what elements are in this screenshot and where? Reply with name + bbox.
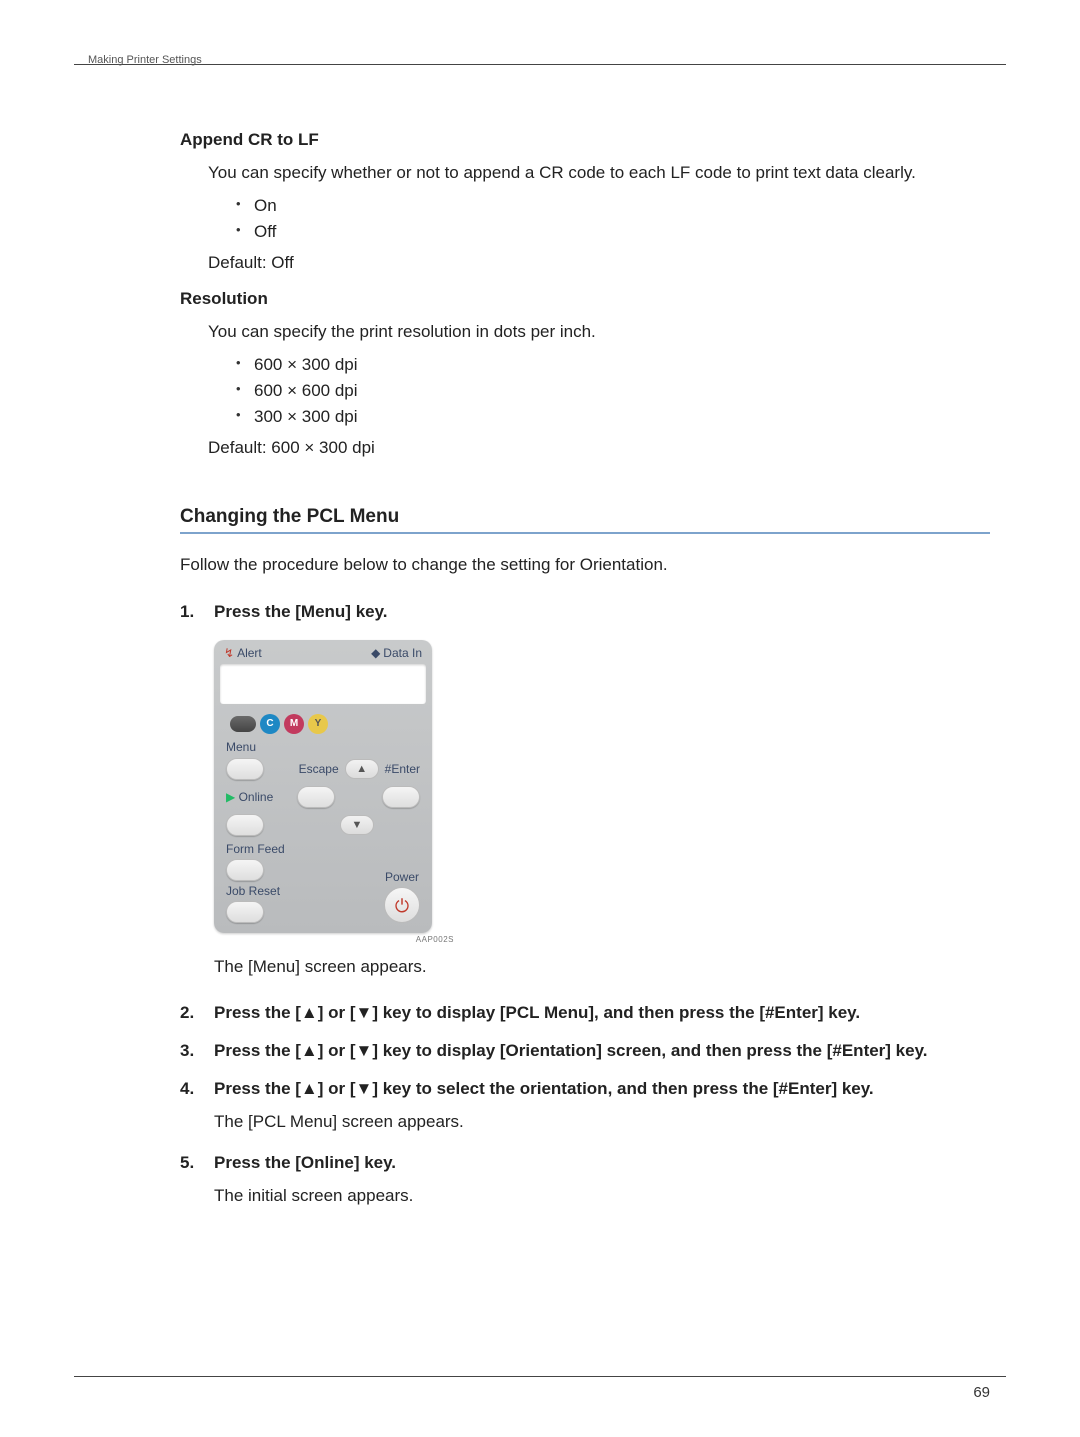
figure-caption: AAP002S [214,935,454,944]
panel-power-label: Power [385,870,419,884]
step-after-text: The [Menu] screen appears. [214,954,990,980]
escape-button[interactable] [297,786,335,808]
step-title: Press the [Menu] key. [214,602,990,622]
page-content: Append CR to LF You can specify whether … [180,130,990,1226]
control-panel-figure: ↯Alert ◆Data In C M Y Menu Escape ▲ #Ent… [214,640,990,944]
option-300x300: 300 × 300 dpi [236,407,990,427]
down-arrow-button[interactable]: ▼ [340,815,374,835]
section-intro: Follow the procedure below to change the… [180,552,990,578]
setting-options-resolution: 600 × 300 dpi 600 × 600 dpi 300 × 300 dp… [236,355,990,427]
step-after-text: The [PCL Menu] screen appears. [214,1109,990,1135]
step-num: 2. [180,1003,194,1023]
setting-title-resolution: Resolution [180,289,990,309]
panel-menu-label: Menu [226,740,256,754]
step-5: 5. Press the [Online] key. The initial s… [180,1153,990,1209]
option-on: On [236,196,990,216]
panel-online-label: ▶ Online [226,790,273,804]
step-num: 3. [180,1041,194,1061]
step-num: 5. [180,1153,194,1173]
step-3: 3. Press the [▲] or [▼] key to display [… [180,1041,990,1061]
menu-button[interactable] [226,758,264,780]
online-button[interactable] [226,814,264,836]
section-rule [180,532,990,534]
panel-datain-label: Data In [383,646,422,660]
setting-title-append: Append CR to LF [180,130,990,150]
page-number: 69 [973,1384,990,1401]
panel-formfeed-label: Form Feed [226,842,285,856]
toner-magenta-icon: M [284,714,304,734]
panel-screen [220,664,426,704]
jobreset-button[interactable] [226,901,264,923]
toner-black-icon [230,716,256,732]
control-panel: ↯Alert ◆Data In C M Y Menu Escape ▲ #Ent… [214,640,432,933]
option-off: Off [236,222,990,242]
setting-options-append: On Off [236,196,990,242]
step-1-after: The [Menu] screen appears. [180,954,990,980]
step-title: Press the [▲] or [▼] key to display [Ori… [214,1041,990,1061]
section-heading: Changing the PCL Menu [180,506,990,528]
panel-alert-label: Alert [237,646,262,660]
power-button[interactable]: ⏻ [384,887,420,923]
option-600x300: 600 × 300 dpi [236,355,990,375]
step-title: Press the [▲] or [▼] key to display [PCL… [214,1003,990,1023]
panel-escape-label: Escape [299,762,339,776]
step-after-text: The initial screen appears. [214,1183,990,1209]
setting-desc-resolution: You can specify the print resolution in … [208,319,990,345]
step-num: 1. [180,602,194,622]
step-title: Press the [Online] key. [214,1153,990,1173]
setting-default-resolution: Default: 600 × 300 dpi [208,435,990,461]
panel-jobreset-label: Job Reset [226,884,280,898]
setting-default-append: Default: Off [208,250,990,276]
step-num: 4. [180,1079,194,1099]
toner-yellow-icon: Y [308,714,328,734]
step-4: 4. Press the [▲] or [▼] key to select th… [180,1079,990,1135]
running-head: Making Printer Settings [88,54,202,66]
header-rule [74,62,1006,65]
step-1: 1. Press the [Menu] key. [180,602,990,622]
up-arrow-button[interactable]: ▲ [345,759,379,779]
enter-button[interactable] [382,786,420,808]
setting-desc-append: You can specify whether or not to append… [208,160,990,186]
option-600x600: 600 × 600 dpi [236,381,990,401]
toner-cyan-icon: C [260,714,280,734]
step-title: Press the [▲] or [▼] key to select the o… [214,1079,990,1099]
footer-rule [74,1376,1006,1377]
formfeed-button[interactable] [226,859,264,881]
step-2: 2. Press the [▲] or [▼] key to display [… [180,1003,990,1023]
panel-enter-label: #Enter [385,762,420,776]
